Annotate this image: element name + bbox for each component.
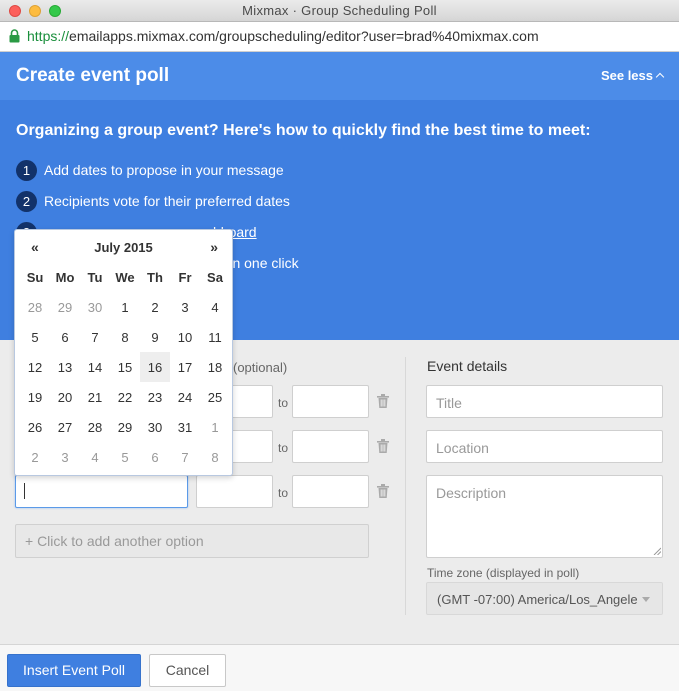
title-input[interactable]: Title: [426, 385, 663, 418]
dialog-footer: Insert Event Poll Cancel: [0, 644, 679, 691]
dropdown-arrow-icon: [642, 597, 650, 602]
description-textarea[interactable]: Description: [426, 475, 663, 558]
calendar-day[interactable]: 28: [20, 292, 50, 322]
calendar-day[interactable]: 8: [110, 322, 140, 352]
timezone-value: (GMT -07:00) America/Los_Angele: [437, 592, 638, 607]
cancel-button[interactable]: Cancel: [149, 654, 226, 687]
calendar-day[interactable]: 17: [170, 352, 200, 382]
url-text[interactable]: https://emailapps.mixmax.com/groupschedu…: [27, 28, 539, 44]
calendar-day[interactable]: 2: [20, 442, 50, 472]
editor-header: Create event poll See less: [0, 52, 679, 100]
resize-handle-icon[interactable]: [653, 547, 661, 555]
column-divider: [405, 357, 406, 615]
calendar-day[interactable]: 31: [170, 412, 200, 442]
url-scheme: https://: [27, 28, 70, 44]
weekday-header: Tu: [87, 269, 103, 285]
trash-icon[interactable]: [377, 439, 389, 453]
window-title: Mixmax · Group Scheduling Poll: [242, 3, 437, 18]
time-optional-label: (optional): [233, 360, 288, 375]
intro-step-2: 2 Recipients vote for their preferred da…: [16, 190, 290, 212]
end-time-input-1[interactable]: [292, 385, 369, 418]
calendar-day[interactable]: 30: [140, 412, 170, 442]
calendar-day[interactable]: 12: [20, 352, 50, 382]
chevron-up-icon: [655, 72, 665, 82]
weekday-header: Th: [147, 269, 163, 285]
calendar-day[interactable]: 21: [80, 382, 110, 412]
calendar-day[interactable]: 24: [170, 382, 200, 412]
calendar-day[interactable]: 19: [20, 382, 50, 412]
step-number: 1: [16, 159, 37, 181]
calendar-day[interactable]: 26: [20, 412, 50, 442]
calendar-day[interactable]: 11: [200, 322, 230, 352]
calendar-day[interactable]: 3: [170, 292, 200, 322]
event-details-heading: Event details: [427, 358, 508, 374]
intro-heading: Organizing a group event? Here's how to …: [16, 122, 591, 139]
calendar-day[interactable]: 5: [20, 322, 50, 352]
calendar-day[interactable]: 8: [200, 442, 230, 472]
calendar-day[interactable]: 23: [140, 382, 170, 412]
step-text: Add dates to propose in your message: [44, 162, 284, 178]
add-option-button[interactable]: + Click to add another option: [15, 524, 369, 558]
calendar-day[interactable]: 1: [110, 292, 140, 322]
calendar-day[interactable]: 1: [200, 412, 230, 442]
calendar-day[interactable]: 16: [140, 352, 170, 382]
calendar-day[interactable]: 4: [80, 442, 110, 472]
calendar-day[interactable]: 30: [80, 292, 110, 322]
start-time-input-3[interactable]: [196, 475, 273, 508]
timezone-label: Time zone (displayed in poll): [427, 566, 580, 580]
trash-icon[interactable]: [377, 484, 389, 498]
calendar-day[interactable]: 29: [50, 292, 80, 322]
weekday-header: Su: [26, 269, 44, 285]
weekday-header: Mo: [55, 269, 75, 285]
calendar-day[interactable]: 3: [50, 442, 80, 472]
calendar-day[interactable]: 7: [80, 322, 110, 352]
location-input[interactable]: Location: [426, 430, 663, 463]
datepicker-month-label[interactable]: July 2015: [15, 240, 232, 255]
calendar-day[interactable]: 29: [110, 412, 140, 442]
calendar-day[interactable]: 25: [200, 382, 230, 412]
calendar-day[interactable]: 4: [200, 292, 230, 322]
calendar-day[interactable]: 28: [80, 412, 110, 442]
insert-event-poll-button[interactable]: Insert Event Poll: [7, 654, 141, 687]
calendar-grid: Su Mo Tu We Th Fr Sa 28 29 30 1 2 3 4 5 6 7 8 9 10 11 12 13 14 1…: [20, 262, 230, 472]
datepicker-popup: « July 2015 » Su Mo Tu We Th Fr Sa 28 29 30 1 2 3 4 5 6…: [14, 229, 233, 476]
calendar-day[interactable]: 14: [80, 352, 110, 382]
timezone-select[interactable]: (GMT -07:00) America/Los_Angele: [426, 582, 663, 615]
weekday-header: We: [115, 269, 135, 285]
calendar-day[interactable]: 7: [170, 442, 200, 472]
calendar-day[interactable]: 5: [110, 442, 140, 472]
calendar-day[interactable]: 27: [50, 412, 80, 442]
end-time-input-3[interactable]: [292, 475, 369, 508]
text-cursor: [24, 483, 25, 499]
calendar-day[interactable]: 9: [140, 322, 170, 352]
calendar-day[interactable]: 10: [170, 322, 200, 352]
end-time-input-2[interactable]: [292, 430, 369, 463]
to-label: to: [278, 486, 289, 500]
date-input-3[interactable]: [15, 475, 188, 508]
calendar-day[interactable]: 15: [110, 352, 140, 382]
step-number: 2: [16, 190, 37, 212]
next-month-button[interactable]: »: [210, 239, 218, 255]
calendar-day[interactable]: 6: [50, 322, 80, 352]
weekday-header: Sa: [207, 269, 223, 285]
page-title: Create event poll: [16, 65, 170, 86]
to-label: to: [278, 396, 289, 410]
calendar-day[interactable]: 6: [140, 442, 170, 472]
weekday-header: Fr: [178, 269, 192, 285]
to-label: to: [278, 441, 289, 455]
calendar-day[interactable]: 20: [50, 382, 80, 412]
window-titlebar: Mixmax · Group Scheduling Poll: [0, 0, 679, 22]
see-less-toggle[interactable]: See less: [600, 68, 665, 83]
calendar-day[interactable]: 22: [110, 382, 140, 412]
calendar-day[interactable]: 13: [50, 352, 80, 382]
calendar-day[interactable]: 18: [200, 352, 230, 382]
calendar-day[interactable]: 2: [140, 292, 170, 322]
step-text: Recipients vote for their preferred date…: [44, 193, 290, 209]
lock-icon: [9, 29, 20, 43]
see-less-label: See less: [600, 68, 653, 83]
trash-icon[interactable]: [377, 394, 389, 408]
url-path: emailapps.mixmax.com/groupscheduling/edi…: [69, 28, 539, 44]
address-bar[interactable]: https://emailapps.mixmax.com/groupschedu…: [0, 22, 679, 52]
intro-step-1: 1 Add dates to propose in your message: [16, 159, 284, 181]
